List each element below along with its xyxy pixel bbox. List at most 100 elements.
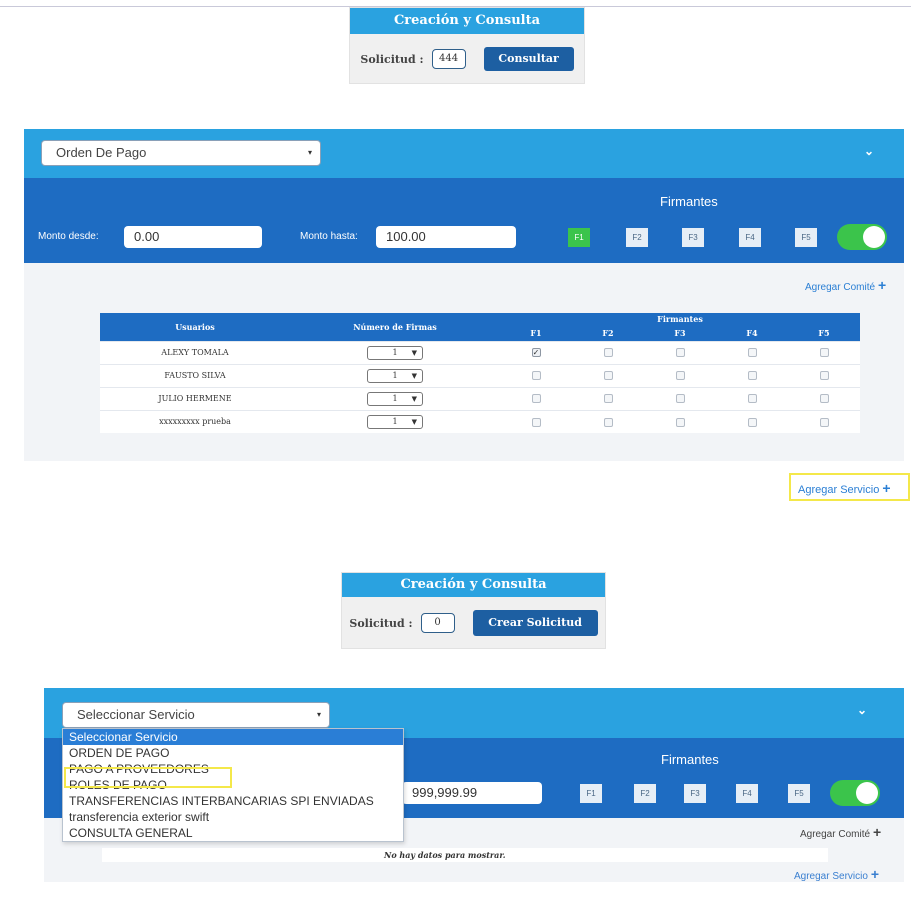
col-numero-firmas: Número de Firmas — [290, 313, 500, 341]
firmas-select[interactable]: 1 ▼ — [367, 391, 423, 406]
f2-button[interactable]: F2 — [626, 228, 648, 247]
checkbox-f2[interactable] — [603, 348, 613, 358]
table-row: JULIO HERMENE 1 ▼ — [100, 386, 860, 410]
select-arrow-icon: ▼ — [411, 417, 417, 426]
service-select-value: Seleccionar Servicio — [77, 707, 195, 722]
table-row: xxxxxxxxx prueba 1 ▼ — [100, 409, 860, 433]
checkbox-f2[interactable] — [603, 417, 613, 427]
monto-hasta-label: Monto hasta: — [300, 231, 358, 242]
toggle-knob — [856, 782, 878, 804]
monto-hasta-input[interactable]: 999,999.99 — [402, 782, 542, 804]
dropdown-option[interactable]: Seleccionar Servicio — [63, 729, 403, 745]
toggle-switch[interactable] — [837, 224, 887, 250]
agregar-comite-label: Agregar Comité — [800, 829, 871, 840]
checkbox-f5[interactable] — [819, 348, 829, 358]
agregar-comite-link[interactable]: Agregar Comité + — [805, 277, 886, 293]
checkbox-f3[interactable] — [675, 348, 685, 358]
f3-button[interactable]: F3 — [682, 228, 704, 247]
checkbox-f1[interactable] — [531, 417, 541, 427]
agregar-comite-label: Agregar Comité — [805, 282, 876, 293]
col-f3: F3 — [644, 325, 716, 341]
service-panel-1: Orden De Pago ▾ ⌄ Firmantes Monto desde:… — [24, 129, 904, 461]
solicitud-label: Solicitud : — [360, 52, 424, 66]
f2-button[interactable]: F2 — [634, 784, 656, 803]
usuario-cell: FAUSTO SILVA — [100, 363, 290, 387]
firmas-select[interactable]: 1 ▼ — [367, 345, 423, 360]
dropdown-option[interactable]: CONSULTA GENERAL — [63, 825, 403, 841]
dropdown-option[interactable]: ORDEN DE PAGO — [63, 745, 403, 761]
checkbox-f4[interactable] — [747, 417, 757, 427]
firmas-select[interactable]: 1 ▼ — [367, 414, 423, 429]
chevron-down-icon[interactable]: ⌄ — [864, 144, 874, 158]
f3-button[interactable]: F3 — [684, 784, 706, 803]
f1-button[interactable]: F1 — [568, 228, 590, 247]
col-f4: F4 — [716, 325, 788, 341]
monto-desde-input[interactable]: 0.00 — [124, 226, 262, 248]
dropdown-option[interactable]: TRANSFERENCIAS INTERBANCARIAS SPI ENVIAD… — [63, 793, 403, 809]
col-firmantes: Firmantes — [500, 313, 860, 325]
crear-solicitud-button[interactable]: Crear Solicitud — [472, 610, 598, 636]
firmas-value: 1 — [392, 416, 398, 426]
checkbox-f5[interactable] — [819, 394, 829, 404]
solicitud-input[interactable]: 0 — [420, 613, 455, 633]
monto-desde-label: Monto desde: — [38, 231, 99, 242]
dropdown-option[interactable]: transferencia exterior swift — [63, 809, 403, 825]
monto-hasta-input[interactable]: 100.00 — [376, 226, 516, 248]
solicitud-input[interactable]: 444 — [431, 49, 466, 69]
col-f1: F1 — [500, 325, 572, 341]
select-arrow-icon: ▾ — [307, 148, 312, 157]
plus-icon: + — [873, 824, 882, 840]
checkbox-f4[interactable] — [747, 348, 757, 358]
agregar-comite-link[interactable]: Agregar Comité + — [800, 824, 881, 840]
firmantes-title: Firmantes — [661, 752, 719, 767]
checkbox-f5[interactable] — [819, 371, 829, 381]
firmas-select[interactable]: 1 ▼ — [367, 368, 423, 383]
usuario-cell: xxxxxxxxx prueba — [100, 409, 290, 433]
select-arrow-icon: ▼ — [411, 348, 417, 357]
box-title: Creación y Consulta — [350, 8, 584, 34]
checkbox-f5[interactable] — [819, 417, 829, 427]
checkbox-f1[interactable] — [531, 394, 541, 404]
users-table: Usuarios Número de Firmas Firmantes F1 F… — [100, 313, 860, 433]
usuario-cell: JULIO HERMENE — [100, 386, 290, 410]
box-title: Creación y Consulta — [342, 573, 605, 597]
firmas-value: 1 — [392, 370, 398, 380]
service-select-value: Orden De Pago — [56, 145, 147, 160]
service-select[interactable]: Orden De Pago ▾ — [41, 140, 321, 166]
checkbox-f4[interactable] — [747, 394, 757, 404]
select-arrow-icon: ▼ — [411, 371, 417, 380]
service-select[interactable]: Seleccionar Servicio ▾ — [62, 702, 330, 728]
firmas-value: 1 — [392, 347, 398, 357]
chevron-down-icon[interactable]: ⌄ — [857, 703, 867, 717]
toggle-switch[interactable] — [830, 780, 880, 806]
select-arrow-icon: ▼ — [411, 394, 417, 403]
agregar-servicio-label: Agregar Servicio — [794, 871, 868, 882]
col-f5: F5 — [788, 325, 860, 341]
f1-button[interactable]: F1 — [580, 784, 602, 803]
f4-button[interactable]: F4 — [739, 228, 761, 247]
f5-button[interactable]: F5 — [788, 784, 810, 803]
f5-button[interactable]: F5 — [795, 228, 817, 247]
f4-button[interactable]: F4 — [736, 784, 758, 803]
firmantes-title: Firmantes — [660, 194, 718, 209]
highlight-box — [789, 473, 910, 501]
checkbox-f2[interactable] — [603, 371, 613, 381]
firmas-value: 1 — [392, 393, 398, 403]
checkbox-f2[interactable] — [603, 394, 613, 404]
solicitud-label: Solicitud : — [349, 616, 413, 630]
plus-icon: + — [870, 866, 880, 882]
checkbox-f3[interactable] — [675, 371, 685, 381]
col-f2: F2 — [572, 325, 644, 341]
checkbox-f4[interactable] — [747, 371, 757, 381]
checkbox-f3[interactable] — [675, 394, 685, 404]
no-data-message: No hay datos para mostrar. — [384, 850, 506, 860]
highlight-box — [64, 767, 232, 788]
col-usuarios: Usuarios — [100, 313, 290, 341]
consultar-button[interactable]: Consultar — [483, 47, 574, 71]
checkbox-f1[interactable] — [531, 371, 541, 381]
checkbox-f3[interactable] — [675, 417, 685, 427]
agregar-servicio-link[interactable]: Agregar Servicio + — [794, 866, 879, 882]
table-row: FAUSTO SILVA 1 ▼ — [100, 363, 860, 387]
table-row: ALEXY TOMALA 1 ▼ ✓ — [100, 340, 860, 364]
checkbox-f1[interactable]: ✓ — [531, 348, 541, 358]
